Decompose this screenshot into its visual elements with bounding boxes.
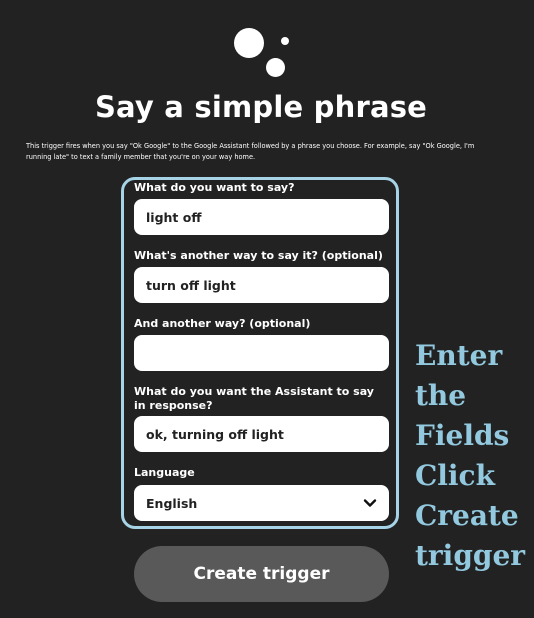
say-input[interactable]: light off [134,199,389,235]
alternate-input[interactable]: turn off light [134,267,389,303]
instruction-annotation: Enter the Fields Click Create trigger [415,336,534,576]
response-input[interactable]: ok, turning off light [134,416,389,452]
create-trigger-button[interactable]: Create trigger [134,546,389,602]
annotation-line: Enter [415,339,503,372]
chevron-down-icon [363,499,377,507]
another-way-input[interactable] [134,335,389,371]
annotation-line: Click [415,459,496,492]
annotation-line: the [415,379,467,412]
annotation-line: trigger [415,539,526,572]
say-label: What do you want to say? [134,181,295,194]
annotation-line: Fields [415,419,510,452]
language-value: English [146,495,198,511]
language-select[interactable]: English [134,485,389,521]
page-title: Say a simple phrase [94,90,428,124]
alternate-label: What's another way to say it? (optional) [134,249,383,262]
google-assistant-logo [230,26,294,80]
another-way-label: And another way? (optional) [134,317,311,330]
response-label: What do you want the Assistant to say in… [134,385,374,412]
annotation-line: Create [415,499,519,532]
trigger-description: This trigger fires when you say "Ok Goog… [26,142,475,161]
language-label: Language [134,466,195,479]
